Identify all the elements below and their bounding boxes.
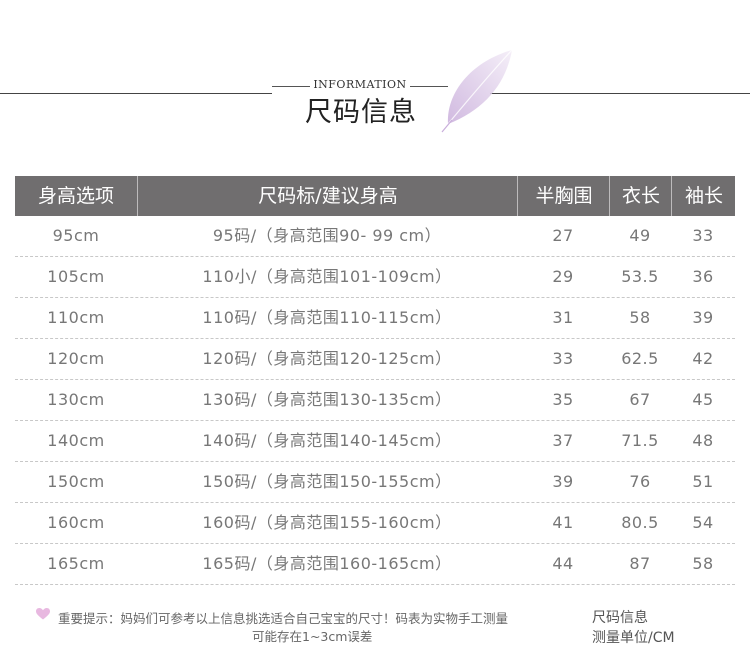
- cell-sleeve: 54: [692, 513, 714, 532]
- cell-length: 80.5: [621, 513, 659, 532]
- cell-half-chest: 31: [552, 308, 574, 327]
- cell-sleeve: 45: [692, 390, 714, 409]
- cell-height: 165cm: [47, 554, 105, 573]
- cell-half-chest: 29: [552, 267, 574, 286]
- cell-length: 53.5: [621, 267, 659, 286]
- cell-size: 130码/（身高范围130-135cm）: [202, 390, 452, 409]
- cell-size: 160码/（身高范围155-160cm）: [202, 513, 452, 532]
- footer-unit: 测量单位/CM: [592, 630, 675, 646]
- page-title: 尺码信息: [305, 97, 417, 128]
- footer-size-info: 尺码信息: [592, 610, 648, 626]
- header-half-chest: 半胸围: [517, 176, 610, 216]
- heart-icon: [36, 608, 50, 620]
- cell-length: 62.5: [621, 349, 659, 368]
- cell-size: 140码/（身高范围140-145cm）: [202, 431, 452, 450]
- feather-leaf-icon: [441, 49, 513, 133]
- notice-text-continued: 可能存在1~3cm误差: [252, 629, 373, 644]
- header-divider-left: [0, 93, 272, 94]
- cell-half-chest: 33: [552, 349, 574, 368]
- cell-half-chest: 27: [552, 226, 574, 245]
- cell-size: 110小/（身高范围101-109cm）: [202, 267, 452, 286]
- cell-length: 87: [629, 554, 651, 573]
- cell-half-chest: 37: [552, 431, 574, 450]
- cell-sleeve: 36: [692, 267, 714, 286]
- cell-sleeve: 33: [692, 226, 714, 245]
- cell-half-chest: 44: [552, 554, 574, 573]
- cell-height: 120cm: [47, 349, 105, 368]
- cell-half-chest: 35: [552, 390, 574, 409]
- cell-half-chest: 39: [552, 472, 574, 491]
- cell-half-chest: 41: [552, 513, 574, 532]
- table-header: 身高选项 尺码标/建议身高 半胸围 衣长 袖长: [15, 176, 735, 216]
- header-sleeve: 袖长: [671, 176, 736, 216]
- table-row: 95cm 95码/（身高范围90- 99 cm） 27 49 33: [15, 216, 735, 257]
- cell-length: 71.5: [621, 431, 659, 450]
- header-length: 衣长: [609, 176, 672, 216]
- table-row: 110cm 110码/（身高范围110-115cm） 31 58 39: [15, 298, 735, 339]
- cell-height: 105cm: [47, 267, 105, 286]
- table-row: 140cm 140码/（身高范围140-145cm） 37 71.5 48: [15, 421, 735, 462]
- cell-size: 165码/（身高范围160-165cm）: [202, 554, 452, 573]
- cell-sleeve: 39: [692, 308, 714, 327]
- cell-height: 160cm: [47, 513, 105, 532]
- cell-length: 49: [629, 226, 651, 245]
- cell-sleeve: 58: [692, 554, 714, 573]
- cell-height: 110cm: [47, 308, 105, 327]
- title-divider-left: [272, 86, 310, 87]
- cell-size: 120码/（身高范围120-125cm）: [202, 349, 452, 368]
- cell-length: 76: [629, 472, 651, 491]
- header-height-option: 身高选项: [37, 185, 114, 207]
- header-divider-right: [490, 93, 750, 94]
- cell-sleeve: 51: [692, 472, 714, 491]
- cell-sleeve: 42: [692, 349, 714, 368]
- table-row: 165cm 165码/（身高范围160-165cm） 44 87 58: [15, 544, 735, 585]
- table-row: 120cm 120码/（身高范围120-125cm） 33 62.5 42: [15, 339, 735, 380]
- cell-size: 95码/（身高范围90- 99 cm）: [212, 226, 442, 245]
- cell-length: 67: [629, 390, 651, 409]
- table-row: 130cm 130码/（身高范围130-135cm） 35 67 45: [15, 380, 735, 421]
- table-row: 150cm 150码/（身高范围150-155cm） 39 76 51: [15, 462, 735, 503]
- size-table: 身高选项 尺码标/建议身高 半胸围 衣长 袖长 95cm 95码/（身高范围90…: [15, 176, 735, 585]
- cell-height: 140cm: [47, 431, 105, 450]
- cell-height: 150cm: [47, 472, 105, 491]
- table-row: 160cm 160码/（身高范围155-160cm） 41 80.5 54: [15, 503, 735, 544]
- cell-length: 58: [629, 308, 651, 327]
- cell-height: 130cm: [47, 390, 105, 409]
- header-size-label: 尺码标/建议身高: [137, 176, 518, 216]
- table-row: 105cm 110小/（身高范围101-109cm） 29 53.5 36: [15, 257, 735, 298]
- cell-size: 110码/（身高范围110-115cm）: [202, 308, 452, 327]
- cell-height: 95cm: [52, 226, 100, 245]
- notice-text: 重要提示：妈妈们可参考以上信息挑选适合自己宝宝的尺寸！码表为实物手工测量: [58, 611, 509, 626]
- cell-size: 150码/（身高范围150-155cm）: [202, 472, 452, 491]
- cell-sleeve: 48: [692, 431, 714, 450]
